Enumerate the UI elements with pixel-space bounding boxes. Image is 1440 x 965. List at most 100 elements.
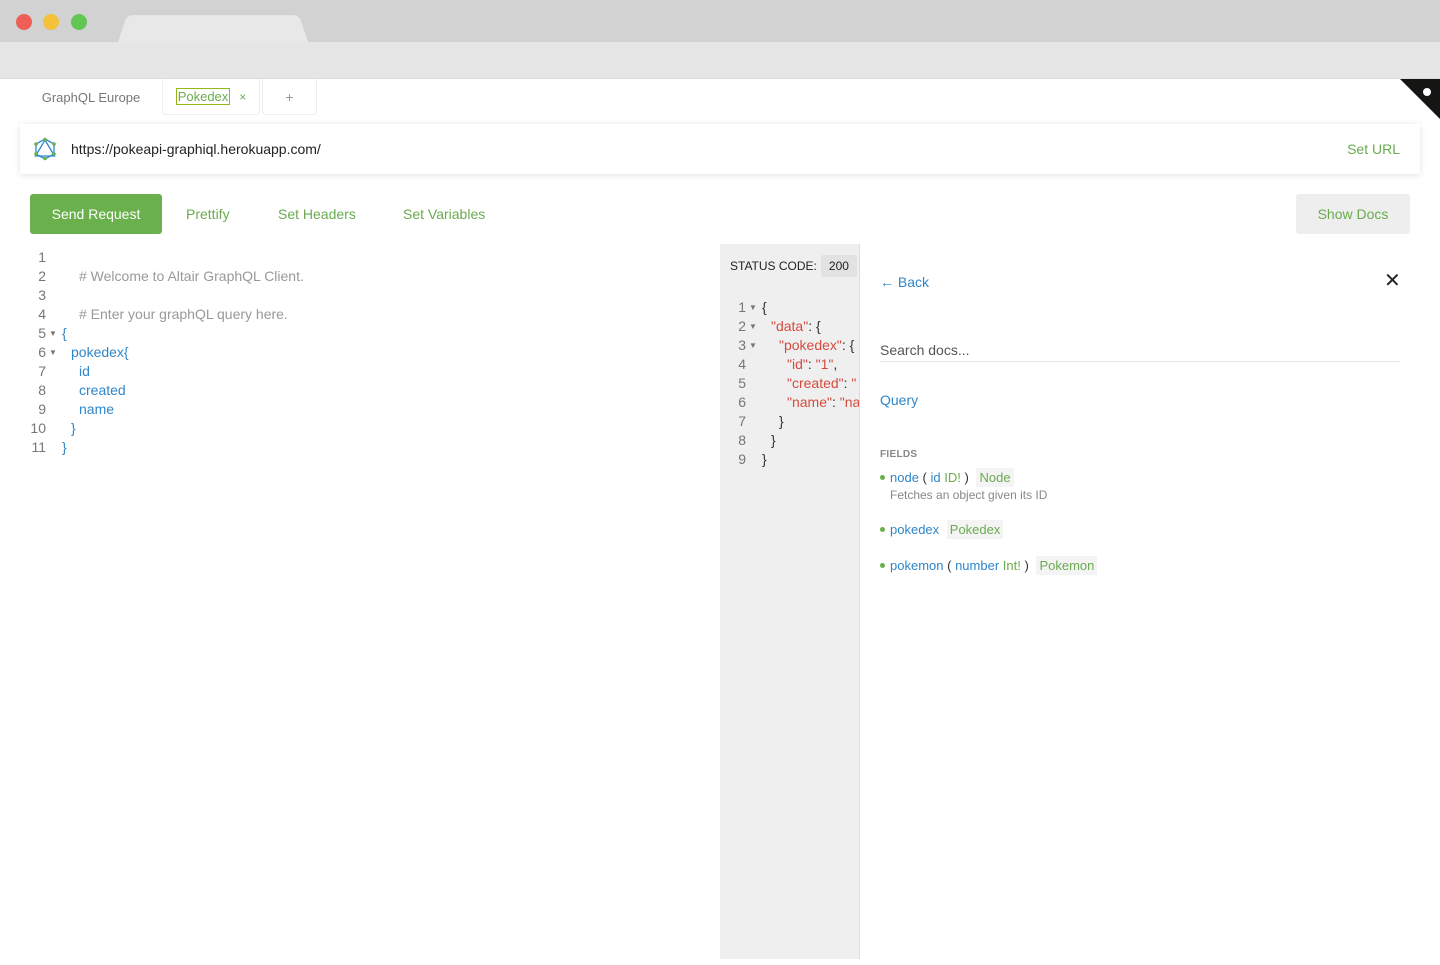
close-docs-icon[interactable]: ✕ — [1384, 271, 1401, 291]
editor-line: 10 } — [30, 419, 710, 438]
tab-label: GraphQL Europe — [41, 89, 141, 105]
editor-line: 6 ▼ pokedex{ — [30, 343, 710, 362]
status-label: STATUS CODE: — [730, 259, 817, 273]
fold-arrow-icon[interactable]: ▼ — [749, 317, 757, 336]
editor-line: 5 ▼ { — [30, 324, 710, 343]
tab-graphql-europe[interactable]: GraphQL Europe — [22, 79, 160, 115]
result-line: 9 } — [730, 450, 859, 469]
editor-line: 11 } — [30, 438, 710, 457]
browser-toolbar — [0, 42, 1440, 79]
field-name-link[interactable]: pokedex — [890, 522, 939, 537]
line-number: 10 — [30, 420, 46, 436]
status-badge: 200 — [820, 255, 857, 277]
show-docs-button[interactable]: Show Docs — [1296, 194, 1410, 234]
close-window-icon[interactable] — [16, 14, 32, 30]
query-editor[interactable]: 1 2 # Welcome to Altair GraphQL Client. … — [30, 248, 710, 457]
query-tabs: GraphQL Europe Pokedex × + — [0, 79, 1440, 115]
code-token: } — [779, 413, 784, 429]
prettify-button[interactable]: Prettify — [186, 194, 230, 234]
line-number: 1 — [38, 249, 46, 265]
line-number: 2 — [738, 318, 746, 334]
bullet-icon — [880, 563, 885, 569]
editor-line: 8 created — [30, 381, 710, 400]
field-arg: number — [955, 558, 1000, 573]
maximize-window-icon[interactable] — [71, 14, 87, 30]
result-line: 5 "created": " — [730, 374, 859, 393]
line-number: 5 — [38, 325, 46, 341]
code-token: { — [62, 325, 67, 341]
plus-icon: + — [285, 88, 294, 105]
close-tab-icon[interactable]: × — [239, 90, 246, 104]
json-value: "na — [839, 394, 860, 410]
code-token: } — [71, 420, 76, 436]
code-token: pokedex{ — [71, 344, 129, 360]
field-return-type[interactable]: Pokemon — [1036, 556, 1098, 575]
result-line: 7 } — [730, 412, 859, 431]
docs-type-link[interactable]: Query — [880, 392, 918, 408]
tab-label[interactable]: Pokedex — [175, 88, 231, 105]
url-bar: https://pokeapi-graphiql.herokuapp.com/ … — [20, 124, 1420, 174]
code-token: id — [79, 363, 90, 379]
code-token: created — [79, 382, 126, 398]
set-headers-button[interactable]: Set Headers — [278, 194, 356, 234]
json-value: "1" — [815, 356, 834, 372]
field-name-link[interactable]: pokemon — [890, 558, 943, 573]
json-punct: : — [831, 394, 840, 410]
code-comment: # Welcome to Altair GraphQL Client. — [79, 268, 304, 284]
github-corner-icon[interactable] — [1400, 79, 1440, 119]
docs-back-link[interactable]: ← Back — [880, 274, 929, 290]
url-input[interactable]: https://pokeapi-graphiql.herokuapp.com/ — [71, 141, 1347, 157]
fold-arrow-icon[interactable]: ▼ — [49, 343, 57, 362]
minimize-window-icon[interactable] — [43, 14, 59, 30]
line-number: 4 — [738, 356, 746, 372]
code-token: } — [62, 439, 67, 455]
json-punct: : { — [808, 318, 821, 334]
field-paren: ) — [964, 470, 969, 485]
fields-heading: FIELDS — [880, 449, 918, 460]
field-arg-type[interactable]: Int! — [1003, 558, 1021, 573]
editor-line: 3 — [30, 286, 710, 305]
json-key: "id" — [787, 356, 808, 372]
send-request-button[interactable]: Send Request — [30, 194, 162, 234]
result-line: 8 } — [730, 431, 859, 450]
toolbar: Send Request Prettify Set Headers Set Va… — [30, 194, 1410, 234]
field-return-type[interactable]: Pokedex — [946, 520, 1004, 539]
graphql-logo-icon — [34, 137, 56, 161]
result-line: 4 "id": "1", — [730, 355, 859, 374]
docs-search-input[interactable] — [880, 338, 1400, 362]
result-viewer[interactable]: 1 ▼ { 2 ▼ "data": { 3 ▼ "pokedex": { 4 "… — [730, 298, 860, 469]
code-token: name — [79, 401, 115, 417]
code-token: } — [771, 432, 776, 448]
docs-panel: ← Back ✕ Query FIELDS node ( id ID! ) No… — [860, 244, 1440, 959]
status-row: STATUS CODE: 200 — [730, 254, 857, 278]
fold-arrow-icon[interactable]: ▼ — [749, 298, 757, 317]
line-number: 6 — [38, 344, 46, 360]
result-line: 6 "name": "na — [730, 393, 860, 412]
editor-line: 1 — [30, 248, 710, 267]
line-number: 9 — [38, 401, 46, 417]
json-value: " — [851, 375, 857, 391]
fold-arrow-icon[interactable]: ▼ — [749, 336, 757, 355]
docs-field-item: pokemon ( number Int! ) Pokemon — [880, 556, 1098, 575]
field-arg: id — [930, 470, 941, 485]
browser-tab[interactable] — [118, 15, 308, 42]
json-key: "created" — [787, 375, 844, 391]
line-number: 7 — [738, 413, 746, 429]
tab-pokedex[interactable]: Pokedex × — [162, 79, 260, 115]
editor-line: 7 id — [30, 362, 710, 381]
set-url-button[interactable]: Set URL — [1347, 141, 1400, 157]
field-paren: ( — [947, 558, 952, 573]
add-tab-button[interactable]: + — [262, 79, 317, 115]
line-number: 3 — [38, 287, 46, 303]
result-line: 2 ▼ "data": { — [730, 317, 859, 336]
line-number: 11 — [31, 439, 46, 455]
line-number: 7 — [38, 363, 46, 379]
field-return-type[interactable]: Node — [976, 468, 1014, 487]
set-variables-button[interactable]: Set Variables — [403, 194, 485, 234]
line-number: 1 — [738, 299, 746, 315]
line-number: 2 — [38, 268, 46, 284]
fold-arrow-icon[interactable]: ▼ — [49, 324, 57, 343]
field-arg-type[interactable]: ID! — [944, 470, 961, 485]
line-number: 4 — [38, 306, 46, 322]
field-name-link[interactable]: node — [890, 470, 919, 485]
